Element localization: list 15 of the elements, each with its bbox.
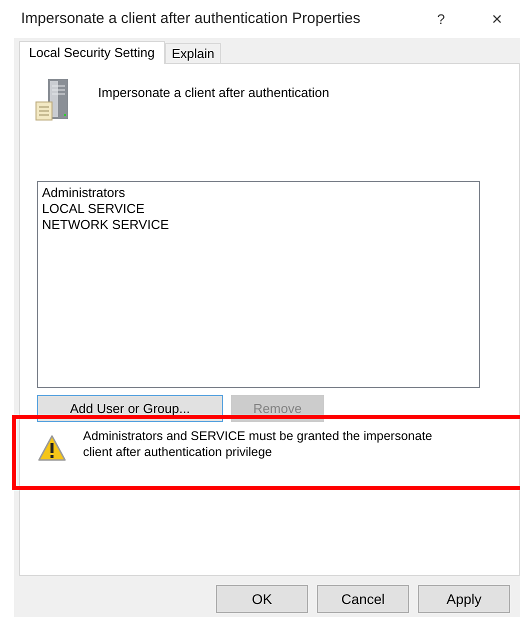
members-list[interactable]: Administrators LOCAL SERVICE NETWORK SERVICE xyxy=(37,181,480,388)
dialog-button[interactable]: Cancel xyxy=(317,585,409,613)
list-item[interactable]: Administrators xyxy=(42,185,126,201)
policy-name: Impersonate a client after authentication xyxy=(98,84,330,102)
window-title: Impersonate a client after authentication Properties xyxy=(21,8,360,29)
tab[interactable]: Explain xyxy=(164,43,222,63)
close-button[interactable]: × xyxy=(482,6,512,32)
help-button[interactable]: ? xyxy=(426,8,456,30)
warning-icon xyxy=(37,434,67,462)
dialog-button[interactable]: OK xyxy=(216,585,308,613)
tab[interactable]: Local Security Setting xyxy=(19,41,165,64)
warning-message: Administrators and SERVICE must be granted the impersonate client after authentication privilege xyxy=(83,428,434,460)
list-item[interactable]: LOCAL SERVICE xyxy=(42,201,145,217)
list-item[interactable]: NETWORK SERVICE xyxy=(42,217,169,233)
dialog-button[interactable]: Apply xyxy=(418,585,510,613)
